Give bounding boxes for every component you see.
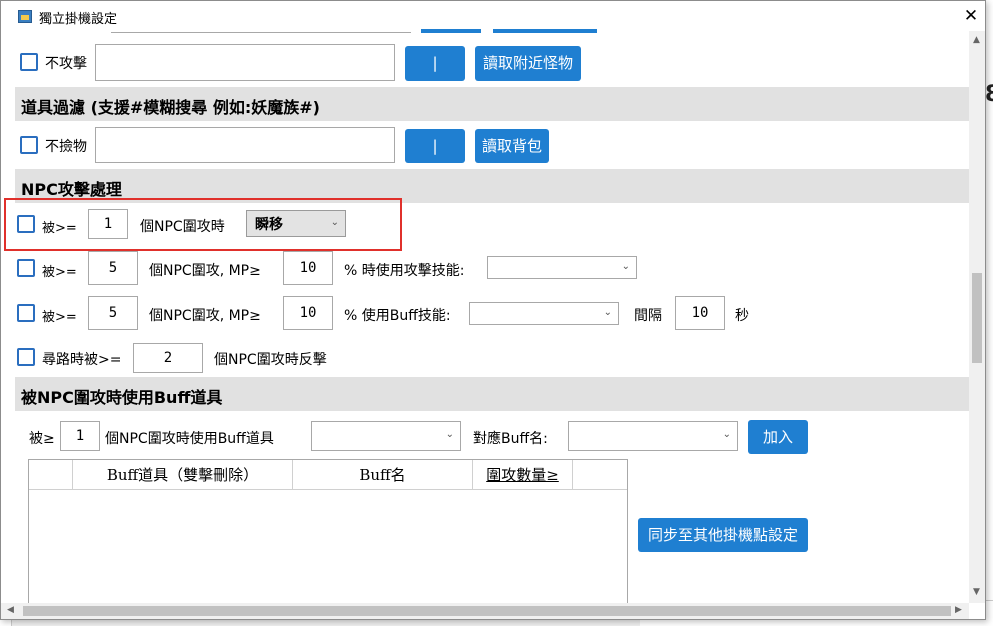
item-filter-input[interactable] bbox=[95, 127, 395, 163]
item-filter-section-header: 道具過濾 (支援#模糊搜尋 例如:妖魔族#) bbox=[15, 87, 969, 121]
add-button[interactable]: 加入 bbox=[748, 420, 808, 454]
buff-items-table[interactable]: Buff道具（雙擊刪除） Buff名 圍攻數量≥ bbox=[28, 459, 628, 609]
npc-row3-suffix: % 使用Buff技能: bbox=[344, 308, 451, 324]
buff-name-select[interactable]: ⌄ bbox=[568, 421, 738, 451]
interval-unit: 秒 bbox=[735, 308, 749, 324]
npc-row3-skill-select[interactable]: ⌄ bbox=[469, 302, 619, 325]
npc-row2-suffix: % 時使用攻擊技能: bbox=[344, 263, 465, 279]
no-attack-label: 不攻擊 bbox=[45, 56, 87, 72]
no-pickup-checkbox[interactable] bbox=[20, 136, 38, 154]
title-bar: 獨立掛機設定 ✕ bbox=[1, 1, 985, 31]
scroll-thumb[interactable] bbox=[972, 273, 982, 363]
npc-row2-count-input[interactable]: 5 bbox=[88, 251, 138, 285]
highlight-box bbox=[4, 198, 402, 251]
npc-row4-prefix: 尋路時被>= bbox=[42, 352, 122, 368]
hidden-button-edge bbox=[493, 29, 597, 33]
buff-items-section-header: 被NPC圍攻時使用Buff道具 bbox=[15, 377, 969, 411]
window-title: 獨立掛機設定 bbox=[39, 12, 118, 27]
hidden-input-edge bbox=[111, 29, 411, 33]
buff-count-input[interactable]: 1 bbox=[60, 421, 100, 451]
hidden-button-edge bbox=[421, 29, 481, 33]
background-glyph: 8 bbox=[985, 82, 993, 107]
npc-row4-count-input[interactable]: 2 bbox=[133, 343, 203, 373]
close-button[interactable]: ✕ bbox=[961, 6, 981, 26]
scroll-down-icon[interactable]: ▼ bbox=[973, 587, 980, 597]
read-nearby-monsters-button[interactable]: 讀取附近怪物 bbox=[475, 46, 581, 81]
no-pickup-label: 不撿物 bbox=[45, 139, 87, 155]
npc-row2-text: 個NPC圍攻, MP≥ bbox=[149, 263, 261, 279]
buff-text: 個NPC圍攻時使用Buff道具 bbox=[105, 431, 274, 447]
no-attack-checkbox[interactable] bbox=[20, 53, 38, 71]
column-header-buff-name[interactable]: Buff名 bbox=[293, 460, 473, 490]
read-bag-button[interactable]: 讀取背包 bbox=[475, 129, 549, 163]
chevron-down-icon: ⌄ bbox=[722, 429, 731, 440]
column-header-buff-item[interactable]: Buff道具（雙擊刪除） bbox=[73, 460, 293, 490]
npc-row2-prefix: 被>= bbox=[42, 265, 77, 280]
interval-input[interactable]: 10 bbox=[675, 296, 725, 330]
chevron-down-icon: ⌄ bbox=[445, 429, 454, 440]
monster-name-input[interactable] bbox=[95, 44, 395, 81]
section-title: 被NPC圍攻時使用Buff道具 bbox=[21, 388, 223, 407]
column-header-count[interactable]: 圍攻數量≥ bbox=[473, 460, 573, 490]
section-title: 道具過濾 (支援#模糊搜尋 例如:妖魔族#) bbox=[21, 98, 320, 117]
settings-dialog: 獨立掛機設定 ✕ 不攻擊 | 讀取附近怪物 道具過濾 (支援#模糊搜尋 例如:妖… bbox=[0, 0, 986, 620]
npc-row4-text: 個NPC圍攻時反擊 bbox=[214, 352, 327, 368]
npc-row3-prefix: 被>= bbox=[42, 310, 77, 325]
buff-prefix: 被≥ bbox=[29, 431, 55, 447]
scroll-up-icon[interactable]: ▲ bbox=[973, 35, 980, 45]
scroll-thumb[interactable] bbox=[23, 606, 951, 616]
npc-row3-checkbox[interactable] bbox=[17, 304, 35, 322]
section-title: NPC攻擊處理 bbox=[21, 180, 122, 199]
row-header-cell bbox=[29, 460, 73, 490]
npc-row2-mp-input[interactable]: 10 bbox=[283, 251, 333, 285]
scroll-right-icon[interactable]: ▶ bbox=[955, 605, 962, 615]
vertical-scrollbar[interactable]: ▲ ▼ bbox=[969, 31, 985, 603]
sync-settings-button[interactable]: 同步至其他掛機點設定 bbox=[638, 518, 808, 552]
horizontal-scrollbar[interactable]: ◀ ▶ bbox=[1, 603, 969, 619]
buff-name-label: 對應Buff名: bbox=[473, 431, 548, 447]
interval-label: 間隔 bbox=[634, 308, 662, 324]
table-header: Buff道具（雙擊刪除） Buff名 圍攻數量≥ bbox=[29, 460, 627, 490]
npc-row3-text: 個NPC圍攻, MP≥ bbox=[149, 308, 261, 324]
chevron-down-icon: ⌄ bbox=[621, 260, 630, 272]
npc-row4-checkbox[interactable] bbox=[17, 348, 35, 366]
folder-icon bbox=[18, 10, 32, 23]
scroll-left-icon[interactable]: ◀ bbox=[7, 605, 14, 615]
buff-item-select[interactable]: ⌄ bbox=[311, 421, 461, 451]
background-right-panel: 8 bbox=[985, 0, 993, 626]
monster-pipe-button[interactable]: | bbox=[405, 46, 465, 81]
npc-row2-skill-select[interactable]: ⌄ bbox=[487, 256, 637, 279]
npc-row3-count-input[interactable]: 5 bbox=[88, 296, 138, 330]
npc-row2-checkbox[interactable] bbox=[17, 259, 35, 277]
chevron-down-icon: ⌄ bbox=[603, 306, 612, 318]
item-pipe-button[interactable]: | bbox=[405, 129, 465, 163]
npc-row3-mp-input[interactable]: 10 bbox=[283, 296, 333, 330]
